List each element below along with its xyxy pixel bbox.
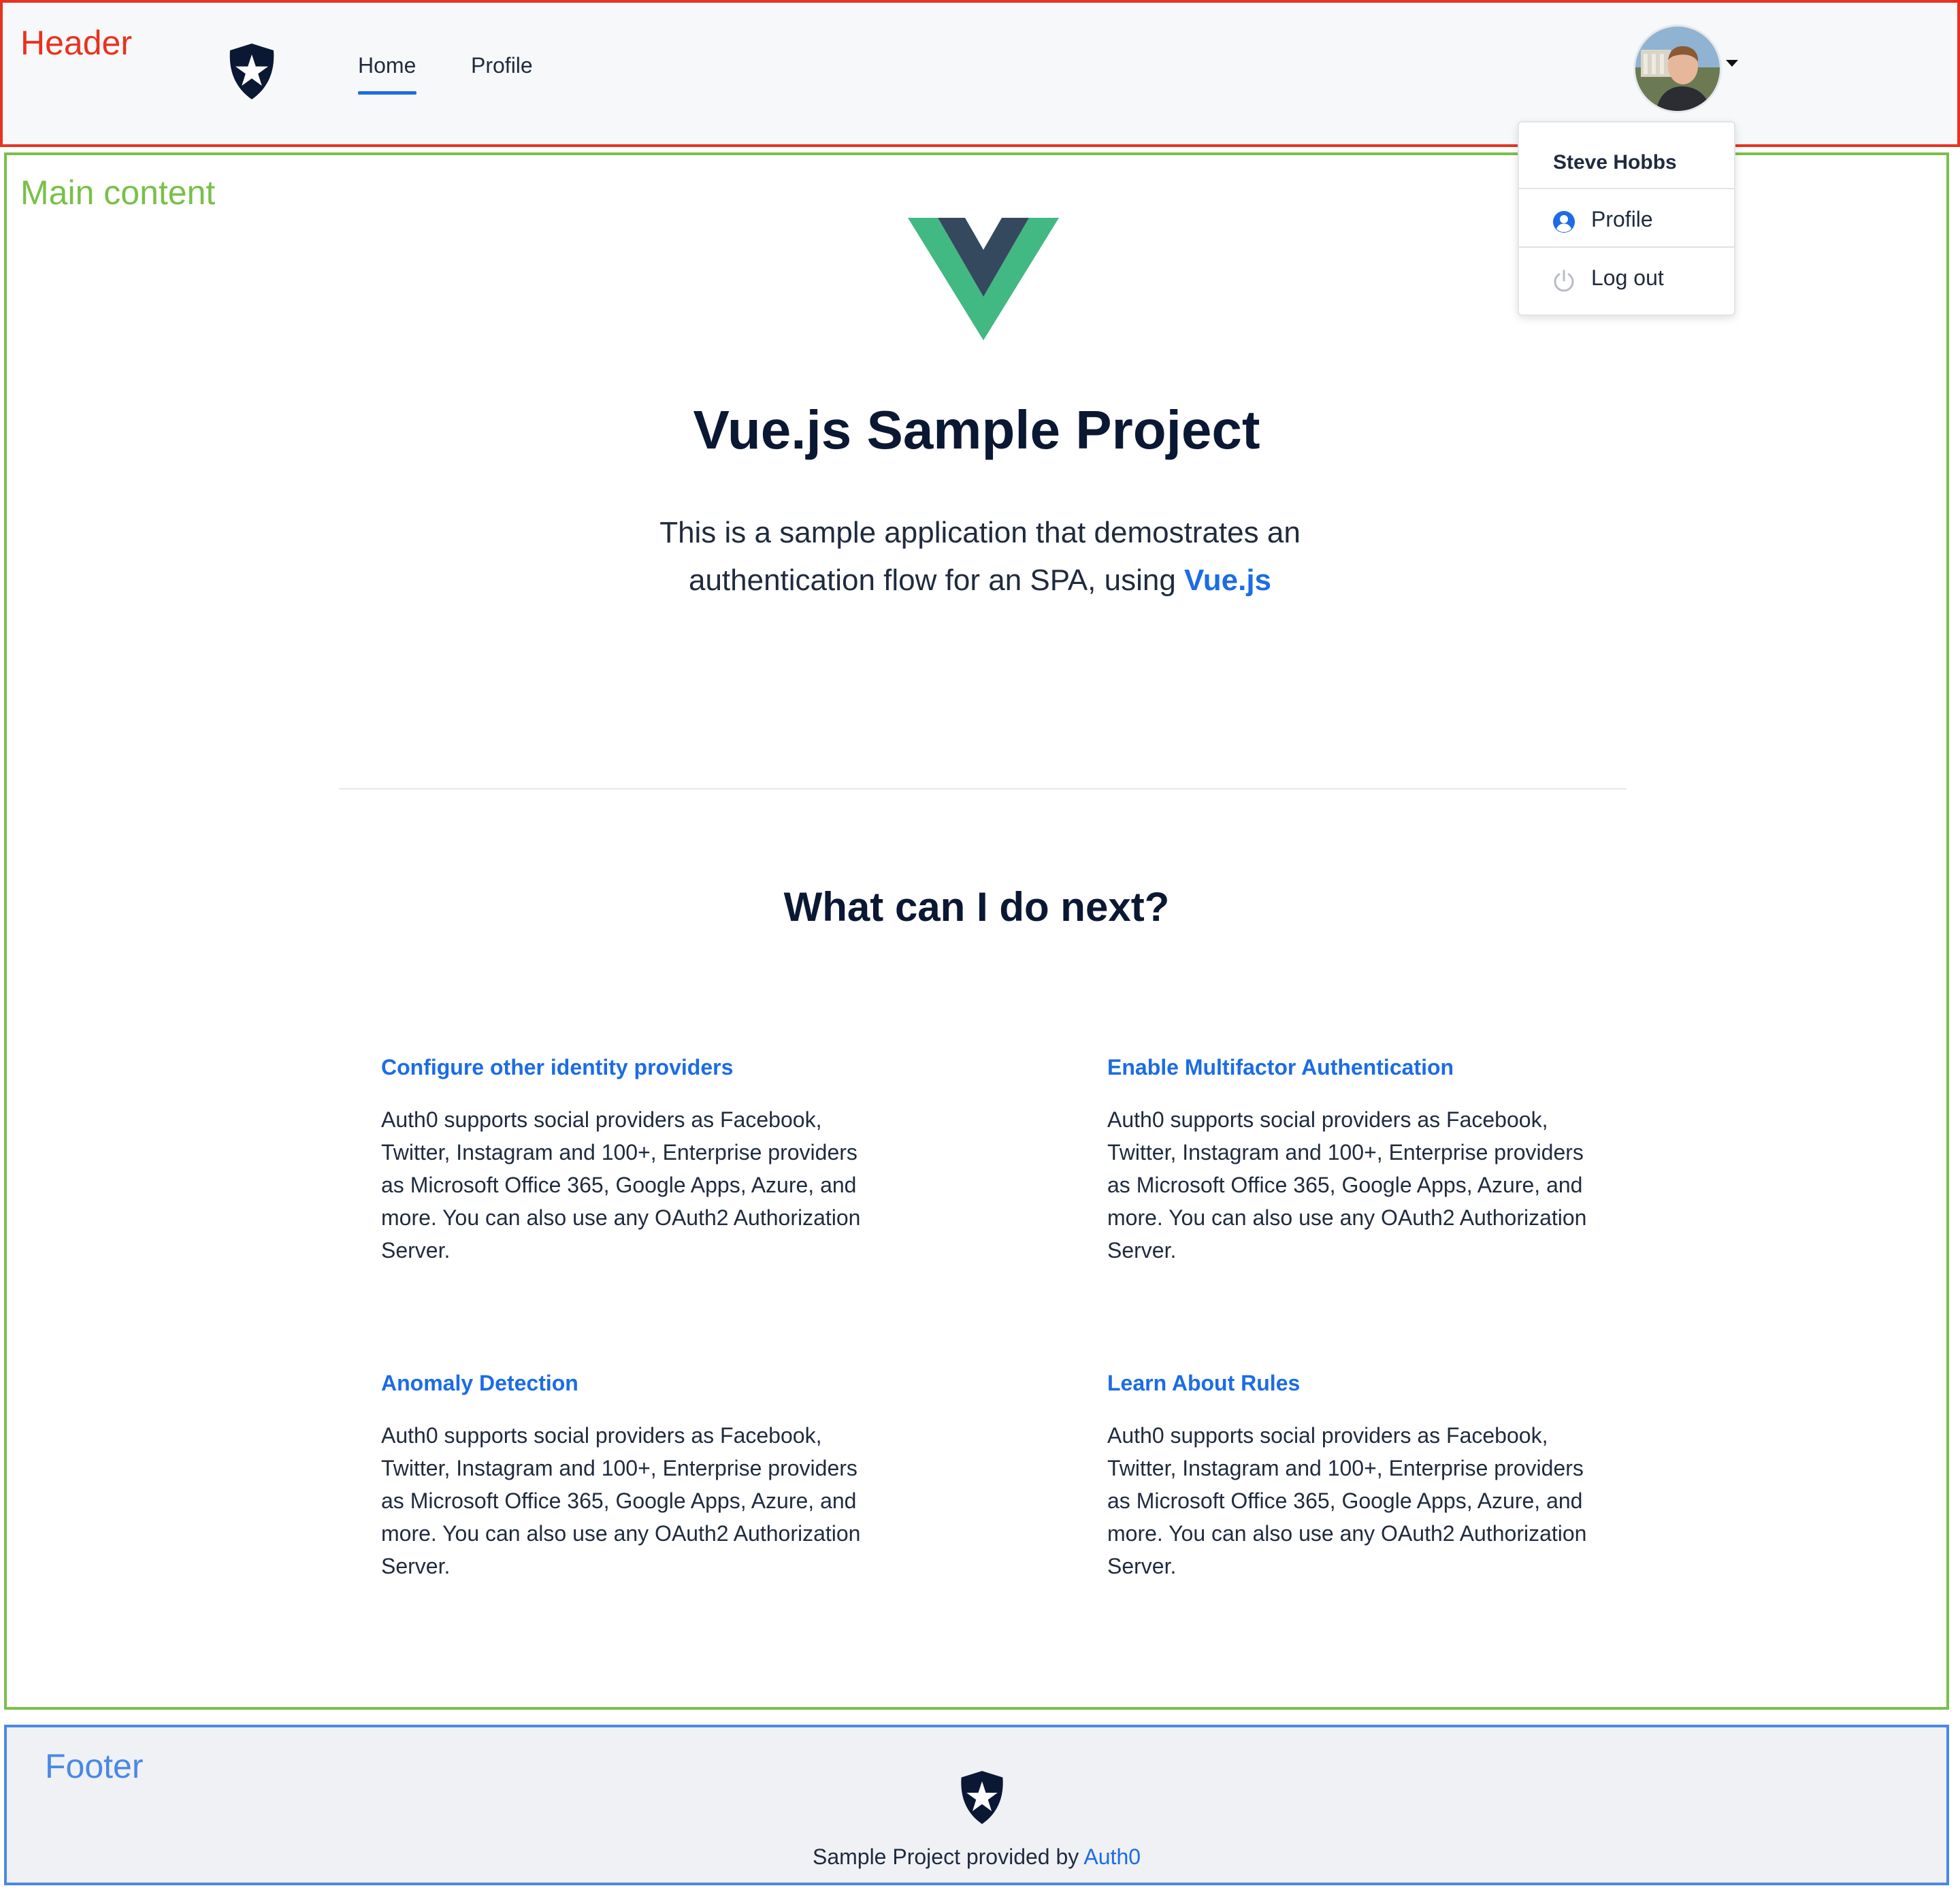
user-avatar-photo [1635, 27, 1720, 111]
nav-home-link[interactable]: Home [358, 53, 416, 78]
dropdown-logout-item[interactable]: Log out [1519, 248, 1734, 305]
footer-text: Sample Project provided by Auth0 [7, 1844, 1946, 1870]
main-annotation-label: Main content [20, 174, 216, 212]
footer-annotation-label: Footer [45, 1747, 144, 1785]
dropdown-profile-label: Profile [1591, 207, 1653, 231]
vuejs-link[interactable]: Vue.js [1184, 564, 1271, 597]
auth0-link[interactable]: Auth0 [1083, 1844, 1141, 1869]
card-title-link[interactable]: Configure other identity providers [381, 1055, 871, 1080]
hero-lead: This is a sample application that demost… [606, 509, 1354, 604]
section-divider [339, 788, 1627, 790]
footer: Footer Sample Project provided by Auth0 [4, 1725, 1949, 1885]
footer-caption: Sample Project provided by [812, 1844, 1079, 1869]
vue-logo-icon [908, 218, 1059, 340]
card-text: Auth0 supports social providers as Faceb… [381, 1423, 861, 1578]
next-step-card: Learn About Rules Auth0 supports social … [1107, 1371, 1597, 1582]
auth0-shield-star-icon[interactable] [225, 42, 279, 101]
hero-title: Vue.js Sample Project [693, 400, 1260, 460]
header-annotation-label: Header [20, 24, 132, 62]
card-title-link[interactable]: Anomaly Detection [381, 1371, 871, 1396]
user-dropdown-menu: Steve Hobbs Profile Log out [1518, 121, 1735, 316]
dropdown-profile-item[interactable]: Profile [1519, 189, 1734, 246]
user-avatar[interactable] [1633, 25, 1722, 113]
card-title-link[interactable]: Enable Multifactor Authentication [1107, 1055, 1597, 1080]
caret-down-icon[interactable] [1726, 60, 1738, 67]
card-text: Auth0 supports social providers as Faceb… [1107, 1107, 1587, 1263]
power-icon [1554, 270, 1574, 292]
nav-profile-link[interactable]: Profile [471, 53, 533, 78]
nav-active-indicator [358, 91, 416, 95]
auth0-shield-star-icon [961, 1771, 1003, 1824]
card-text: Auth0 supports social providers as Faceb… [381, 1107, 861, 1263]
dropdown-user-name: Steve Hobbs [1553, 151, 1677, 174]
dropdown-logout-label: Log out [1591, 265, 1664, 290]
next-step-card: Configure other identity providers Auth0… [381, 1055, 871, 1267]
next-step-card: Enable Multifactor Authentication Auth0 … [1107, 1055, 1597, 1267]
card-title-link[interactable]: Learn About Rules [1107, 1371, 1597, 1396]
main-content: Main content Vue.js Sample Project This … [4, 152, 1949, 1710]
next-step-card: Anomaly Detection Auth0 supports social … [381, 1371, 871, 1582]
card-text: Auth0 supports social providers as Faceb… [1107, 1423, 1587, 1578]
user-circle-icon [1553, 211, 1575, 233]
next-steps-title: What can I do next? [783, 884, 1170, 930]
